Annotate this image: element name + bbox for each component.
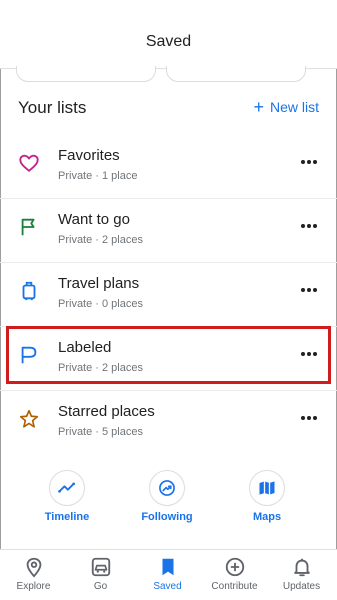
new-list-label: New list xyxy=(269,99,319,115)
shortcut-label: Maps xyxy=(252,511,282,523)
timeline-button[interactable]: Timeline xyxy=(32,470,102,523)
list-item-starred-places[interactable]: Starred places Private · 5 places xyxy=(0,390,337,454)
nav-contribute[interactable]: Contribute xyxy=(201,556,268,592)
new-list-button[interactable]: + New list xyxy=(253,97,319,117)
list-meta: Private · 2 places xyxy=(58,234,143,246)
maps-button[interactable]: Maps xyxy=(232,470,302,523)
list-meta: Private · 0 places xyxy=(58,298,143,310)
list-meta: Private · 1 place xyxy=(58,170,138,182)
suitcase-icon xyxy=(18,280,40,302)
list-item-travel-plans[interactable]: Travel plans Private · 0 places xyxy=(0,262,337,326)
list-name: Travel plans xyxy=(58,275,140,292)
bottom-navigation: Explore Go Saved Contribute Updates xyxy=(0,549,337,600)
list-item-want-to-go[interactable]: Want to go Private · 2 places xyxy=(0,198,337,262)
page-title: Saved xyxy=(145,33,192,50)
star-icon xyxy=(18,408,40,430)
list-name: Want to go xyxy=(58,211,130,228)
map-icon xyxy=(259,481,275,495)
car-icon xyxy=(90,556,112,578)
highlight-box xyxy=(6,326,331,384)
following-button[interactable]: Following xyxy=(132,470,202,523)
following-icon xyxy=(159,480,175,496)
nav-explore[interactable]: Explore xyxy=(0,556,67,592)
list-name: Favorites xyxy=(58,147,120,164)
plus-icon: + xyxy=(253,97,264,117)
more-options-icon[interactable] xyxy=(301,284,317,296)
shortcut-label: Following xyxy=(141,511,193,523)
heart-icon xyxy=(18,152,40,174)
nav-label: Contribute xyxy=(211,581,258,592)
more-options-icon[interactable] xyxy=(301,412,317,424)
nav-label: Saved xyxy=(153,581,182,592)
nav-updates[interactable]: Updates xyxy=(268,556,335,592)
nav-label: Updates xyxy=(282,581,321,592)
lists-header: Your lists + New list xyxy=(18,98,319,120)
list-item-favorites[interactable]: Favorites Private · 1 place xyxy=(0,134,337,198)
nav-saved[interactable]: Saved xyxy=(134,556,201,592)
nav-label: Explore xyxy=(16,581,51,592)
add-circle-icon xyxy=(224,556,246,578)
nav-go[interactable]: Go xyxy=(67,556,134,592)
bell-icon xyxy=(291,556,313,578)
nav-label: Go xyxy=(93,581,108,592)
app-header: Saved xyxy=(0,0,337,69)
location-pin-icon xyxy=(23,556,45,578)
bookmark-icon xyxy=(157,556,179,578)
more-options-icon[interactable] xyxy=(301,156,317,168)
flag-icon xyxy=(18,216,40,238)
lists-title: Your lists xyxy=(18,98,87,117)
shortcut-label: Timeline xyxy=(44,511,90,523)
timeline-icon xyxy=(58,482,75,493)
scrolled-chip-left[interactable] xyxy=(16,66,156,82)
scrolled-chip-right[interactable] xyxy=(166,66,306,82)
list-name: Starred places xyxy=(58,403,155,420)
more-options-icon[interactable] xyxy=(301,220,317,232)
list-meta: Private · 5 places xyxy=(58,426,143,438)
